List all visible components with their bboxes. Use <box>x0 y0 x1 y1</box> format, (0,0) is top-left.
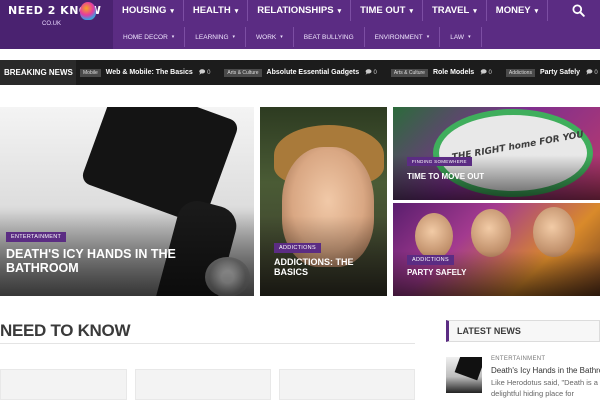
subnav-item-work[interactable]: WORK ▾ <box>246 27 294 47</box>
chevron-down-icon: ▾ <box>534 7 539 15</box>
breaking-news-item[interactable]: Arts & Culture Absolute Essential Gadget… <box>224 68 377 78</box>
breaking-news-tag: Mobile <box>80 68 101 77</box>
latest-news-excerpt: Like Herodotus said, "Death is a delight… <box>491 378 598 398</box>
comment-icon: 🗩 <box>480 69 487 76</box>
category-badge[interactable]: ENTERTAINMENT <box>6 232 67 242</box>
article-image-person <box>533 207 575 257</box>
breaking-news-item[interactable]: Arts & Culture Role Models 🗩 0 <box>390 68 492 78</box>
breaking-news-title[interactable]: Party Safely <box>540 69 580 76</box>
logo-domain: CO.UK <box>42 21 62 27</box>
secondary-nav: HOME DECOR ▾ LEARNING ▾ WORK ▾ BEAT BULLYIN… <box>113 27 482 47</box>
comment-icon: 🗩 <box>365 69 372 76</box>
article-card[interactable] <box>0 369 127 400</box>
comment-count: 🗩 0 <box>198 69 211 76</box>
comment-count: 🗩 0 <box>586 69 598 76</box>
latest-news-category[interactable]: ENTERTAINMENT <box>491 356 545 362</box>
latest-news-item-title[interactable]: Death's Icy Hands in the Bathroom <box>491 366 600 375</box>
breaking-news-ticker: BREAKING NEWS Mobile Web & Mobile: The B… <box>0 60 600 85</box>
breaking-news-tag: Arts & Culture <box>224 68 262 77</box>
search-icon <box>571 4 585 17</box>
search-button[interactable] <box>556 0 600 21</box>
chevron-down-icon: ▾ <box>473 7 477 15</box>
breaking-news-items: Mobile Web & Mobile: The Basics 🗩 0 Arts… <box>80 60 600 85</box>
nav-item-time-out[interactable]: TIME OUT ▾ <box>351 0 423 21</box>
hero-article-title[interactable]: ADDICTIONS: THE BASICS <box>274 257 379 278</box>
article-card[interactable] <box>279 369 415 400</box>
hero-article-second[interactable]: ADDICTIONS ADDICTIONS: THE BASICS <box>260 107 387 296</box>
breaking-news-tag: Arts & Culture <box>390 68 428 77</box>
latest-news-thumbnail[interactable] <box>446 357 482 393</box>
nav-item-relationships[interactable]: RELATIONSHIPS ▾ <box>248 0 352 21</box>
hero-article-main[interactable]: ENTERTAINMENT DEATH'S ICY HANDS IN THE B… <box>0 107 254 296</box>
nav-item-money[interactable]: MONEY ▾ <box>487 0 549 21</box>
subnav-item-beat-bullying[interactable]: BEAT BULLYING <box>294 27 365 47</box>
category-badge[interactable]: FINDING SOMEWHERE <box>407 157 472 166</box>
breaking-news-item[interactable]: Mobile Web & Mobile: The Basics 🗩 0 <box>80 68 210 78</box>
primary-nav: HOUSING ▾ HEALTH ▾ RELATIONSHIPS ▾ TIME OUT… <box>113 0 549 21</box>
chevron-down-icon: ▾ <box>337 7 342 15</box>
latest-news-title: LATEST NEWS <box>457 326 521 336</box>
nav-item-housing[interactable]: HOUSING ▾ <box>113 0 184 21</box>
breaking-news-item[interactable]: Addictions Party Safely 🗩 0 <box>505 68 598 78</box>
subnav-item-law[interactable]: LAW ▾ <box>440 27 482 47</box>
chevron-down-icon: ▾ <box>468 34 471 40</box>
chevron-down-icon: ▾ <box>234 7 239 15</box>
breaking-news-label: BREAKING NEWS <box>0 60 76 85</box>
lightbulb-icon <box>80 2 96 20</box>
hero-article-bottom-right[interactable]: ADDICTIONS PARTY SAFELY <box>393 203 600 296</box>
top-navigation-bar: NEED 2 KNOW CO.UK HOUSING ▾ HEALTH ▾ RELAT… <box>0 0 600 49</box>
site-logo[interactable]: NEED 2 KNOW CO.UK <box>0 0 113 49</box>
comment-icon: 🗩 <box>586 69 593 76</box>
breaking-news-title[interactable]: Web & Mobile: The Basics <box>106 69 193 76</box>
category-badge[interactable]: ADDICTIONS <box>274 243 321 253</box>
divider <box>0 343 415 344</box>
hero-article-title[interactable]: TIME TO MOVE OUT <box>407 172 587 181</box>
subnav-item-learning[interactable]: LEARNING ▾ <box>185 27 247 47</box>
chevron-down-icon: ▾ <box>426 34 430 40</box>
section-title: NEED TO KNOW <box>0 321 131 340</box>
comment-count: 🗩 0 <box>480 69 492 76</box>
article-card[interactable] <box>135 369 271 400</box>
nav-item-travel[interactable]: TRAVEL ▾ <box>423 0 487 21</box>
chevron-down-icon: ▾ <box>171 34 175 40</box>
article-image-person <box>471 209 511 257</box>
breaking-news-title[interactable]: Role Models <box>433 69 474 76</box>
breaking-news-tag: Addictions <box>505 68 535 77</box>
hero-article-title[interactable]: PARTY SAFELY <box>407 268 587 277</box>
subnav-item-home-decor[interactable]: HOME DECOR ▾ <box>113 27 186 47</box>
chevron-down-icon: ▾ <box>232 34 236 40</box>
latest-news-header: LATEST NEWS <box>446 320 600 342</box>
hero-article-top-right[interactable]: THE RIGHT home FOR YOU FINDING SOMEWHERE… <box>393 107 600 200</box>
chevron-down-icon: ▾ <box>170 7 174 15</box>
nav-item-health[interactable]: HEALTH ▾ <box>184 0 249 21</box>
subnav-item-environment[interactable]: ENVIRONMENT ▾ <box>365 27 441 47</box>
hero-article-title[interactable]: DEATH'S ICY HANDS IN THE BATHROOM <box>6 247 236 276</box>
chevron-down-icon: ▾ <box>280 34 283 40</box>
comment-count: 🗩 0 <box>365 69 377 76</box>
chevron-down-icon: ▾ <box>409 7 413 15</box>
comment-icon: 🗩 <box>198 69 206 76</box>
breaking-news-title[interactable]: Absolute Essential Gadgets <box>267 69 360 76</box>
category-badge[interactable]: ADDICTIONS <box>407 255 454 265</box>
